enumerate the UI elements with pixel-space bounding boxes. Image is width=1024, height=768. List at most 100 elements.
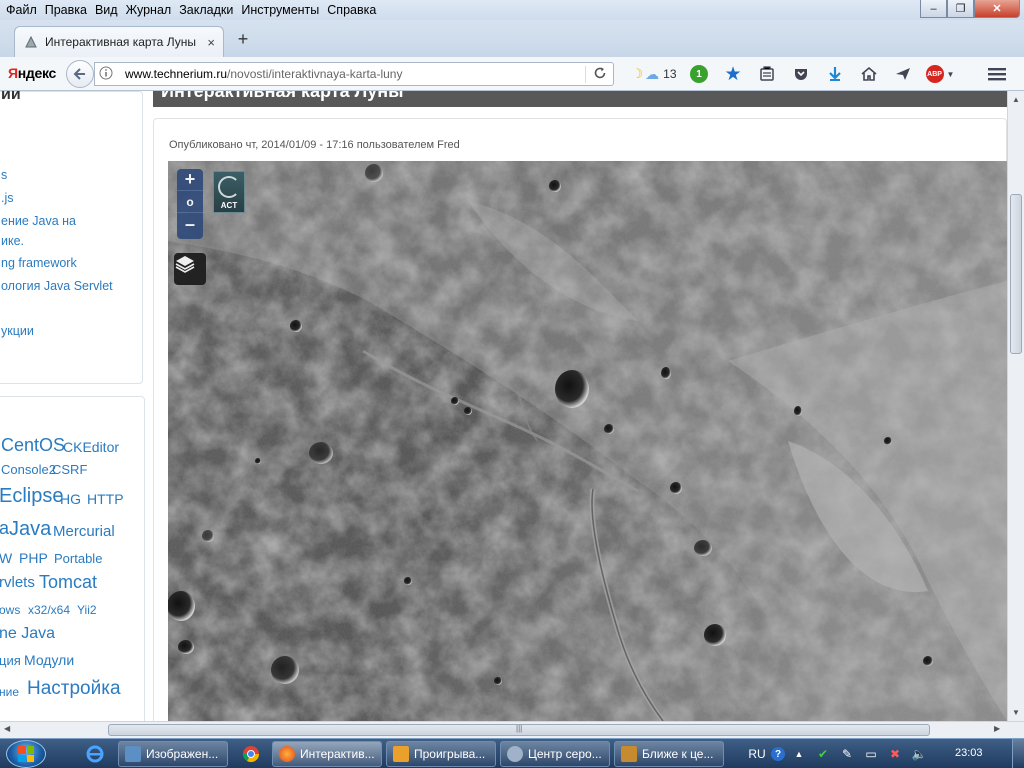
sidebar-link[interactable]: ение Java на	[1, 211, 76, 231]
moon-surface-image[interactable]	[168, 161, 1007, 721]
favicon-icon	[23, 34, 39, 50]
tag-link[interactable]: ows	[0, 603, 20, 617]
zoom-out-button[interactable]: –	[177, 213, 203, 235]
tag-link[interactable]: Tomcat	[39, 572, 97, 593]
tag-link[interactable]: HG	[60, 491, 81, 507]
hamburger-menu-icon[interactable]	[980, 57, 1014, 91]
tag-link[interactable]: rvlets	[0, 574, 35, 591]
show-desktop-button[interactable]	[1012, 739, 1024, 768]
sidebar-link[interactable]: s	[1, 165, 7, 185]
tag-link[interactable]: Mercurial	[53, 523, 115, 540]
taskbar-item-player[interactable]: Проигрыва...	[386, 741, 496, 767]
adblock-badge: ABP	[925, 65, 944, 83]
tag-link[interactable]: Java	[9, 518, 51, 541]
sidebar-link[interactable]: укции	[1, 321, 34, 341]
sidebar-link[interactable]: ng framework	[1, 253, 77, 273]
tag-link[interactable]: ne Java	[0, 625, 55, 643]
expand-tray-icon[interactable]: ▲	[789, 744, 809, 764]
reload-icon[interactable]	[585, 65, 613, 83]
scroll-right-icon[interactable]: ▶	[994, 724, 1000, 733]
vertical-scrollbar[interactable]: ▲ ▼	[1007, 91, 1024, 721]
scroll-left-icon[interactable]: ◀	[4, 724, 10, 733]
tag-link[interactable]: Console2	[1, 462, 56, 477]
pocket-icon[interactable]	[784, 57, 818, 91]
horizontal-scrollbar[interactable]: ◀ ||| ▶	[0, 721, 1024, 738]
bookmark-star-icon[interactable]: ★	[716, 57, 750, 91]
weather-widget[interactable]: ☽ ☁ 13	[626, 66, 682, 83]
sidebar-link[interactable]: ология Java Servlet	[1, 276, 113, 296]
menu-edit[interactable]: Правка	[43, 3, 93, 17]
menu-tools[interactable]: Инструменты	[239, 3, 325, 17]
notification-count: 1	[690, 65, 708, 83]
chrome-icon[interactable]	[236, 742, 266, 766]
tag-link[interactable]: x32/x64	[28, 603, 70, 617]
send-icon[interactable]	[886, 57, 920, 91]
tag-link[interactable]: Eclipse	[0, 485, 63, 508]
document-icon	[621, 746, 637, 762]
home-icon[interactable]	[852, 57, 886, 91]
tag-link[interactable]: PHP	[19, 550, 48, 566]
tag-link[interactable]: ние	[0, 685, 19, 699]
security-check-icon[interactable]: ✔	[813, 744, 833, 764]
menu-help[interactable]: Справка	[325, 3, 382, 17]
close-window-button[interactable]: ✕	[974, 0, 1020, 18]
scroll-up-icon[interactable]: ▲	[1008, 91, 1024, 108]
menu-history[interactable]: Журнал	[124, 3, 178, 17]
language-indicator[interactable]: RU	[747, 744, 767, 764]
download-icon[interactable]	[818, 57, 852, 91]
url-text[interactable]: www.technerium.ru/novosti/interaktivnaya…	[117, 67, 585, 81]
taskbar-item-firefox[interactable]: Интерактив...	[272, 741, 382, 767]
zoom-reset-button[interactable]: o	[177, 191, 203, 213]
menu-file[interactable]: Файл	[4, 3, 43, 17]
tag-link[interactable]: CKEditor	[63, 439, 119, 455]
layers-button[interactable]	[174, 253, 206, 285]
sidebar-link[interactable]: .js	[1, 188, 14, 208]
minimize-button[interactable]: –	[920, 0, 947, 18]
url-host: www.technerium.ru	[125, 67, 228, 81]
scroll-down-icon[interactable]: ▼	[1008, 704, 1024, 721]
menu-view[interactable]: Вид	[93, 3, 124, 17]
map-zoom-control: + o –	[177, 169, 203, 239]
vertical-scroll-thumb[interactable]	[1010, 194, 1022, 354]
tools-icon[interactable]: ✎	[837, 744, 857, 764]
tag-link[interactable]: Portable	[54, 551, 102, 566]
yandex-logo[interactable]: Яндекс	[8, 65, 56, 81]
tag-link[interactable]: a	[0, 518, 9, 539]
sidebar-links-block: ии s .js ение Java на ике. ng framework …	[0, 91, 143, 384]
adblock-icon[interactable]: ABP ▼	[920, 57, 960, 91]
chevron-down-icon[interactable]: ▼	[947, 70, 955, 79]
zoom-in-button[interactable]: +	[177, 169, 203, 191]
tag-cloud: CentOS CKEditor Console2 CSRF Eclipse HG…	[0, 396, 145, 721]
tag-link[interactable]: Модули	[24, 652, 74, 668]
taskbar-item-images[interactable]: Изображен...	[118, 741, 228, 767]
start-button[interactable]	[6, 740, 46, 768]
volume-icon[interactable]: 🔈	[909, 744, 929, 764]
tag-link[interactable]: HTTP	[87, 491, 124, 507]
navigation-bar: Яндекс www.technerium.ru/novosti/interak…	[0, 57, 1024, 91]
network-icon[interactable]: ✖	[885, 744, 905, 764]
maximize-button[interactable]: ❐	[947, 0, 974, 18]
tag-link[interactable]: CentOS	[1, 435, 65, 456]
new-tab-button[interactable]: +	[232, 28, 254, 50]
clock[interactable]: 23:03	[955, 747, 983, 759]
tag-link[interactable]: Yii2	[77, 603, 97, 617]
moon-map[interactable]: + o – ACT	[168, 161, 1007, 721]
bookmarks-list-icon[interactable]	[750, 57, 784, 91]
display-icon[interactable]: ▭	[861, 744, 881, 764]
taskbar-item-control-center[interactable]: Центр серо...	[500, 741, 610, 767]
sidebar-link[interactable]: ике.	[1, 231, 24, 251]
tab-close-icon[interactable]: ×	[207, 35, 215, 50]
url-bar[interactable]: www.technerium.ru/novosti/interaktivnaya…	[94, 62, 614, 86]
tag-link[interactable]: Настройка	[27, 678, 121, 700]
ie-icon[interactable]	[80, 742, 110, 766]
back-button[interactable]	[66, 60, 94, 88]
taskbar-item-document[interactable]: Ближе к це...	[614, 741, 724, 767]
help-icon[interactable]: ?	[771, 747, 785, 761]
tag-link[interactable]: ция	[0, 653, 21, 668]
menu-bookmarks[interactable]: Закладки	[177, 3, 239, 17]
notification-icon[interactable]: 1	[682, 57, 716, 91]
tag-link[interactable]: CSRF	[52, 462, 87, 477]
info-icon[interactable]	[95, 66, 117, 83]
tab-active[interactable]: Интерактивная карта Луны ×	[14, 26, 224, 57]
tag-link[interactable]: W	[0, 550, 12, 566]
